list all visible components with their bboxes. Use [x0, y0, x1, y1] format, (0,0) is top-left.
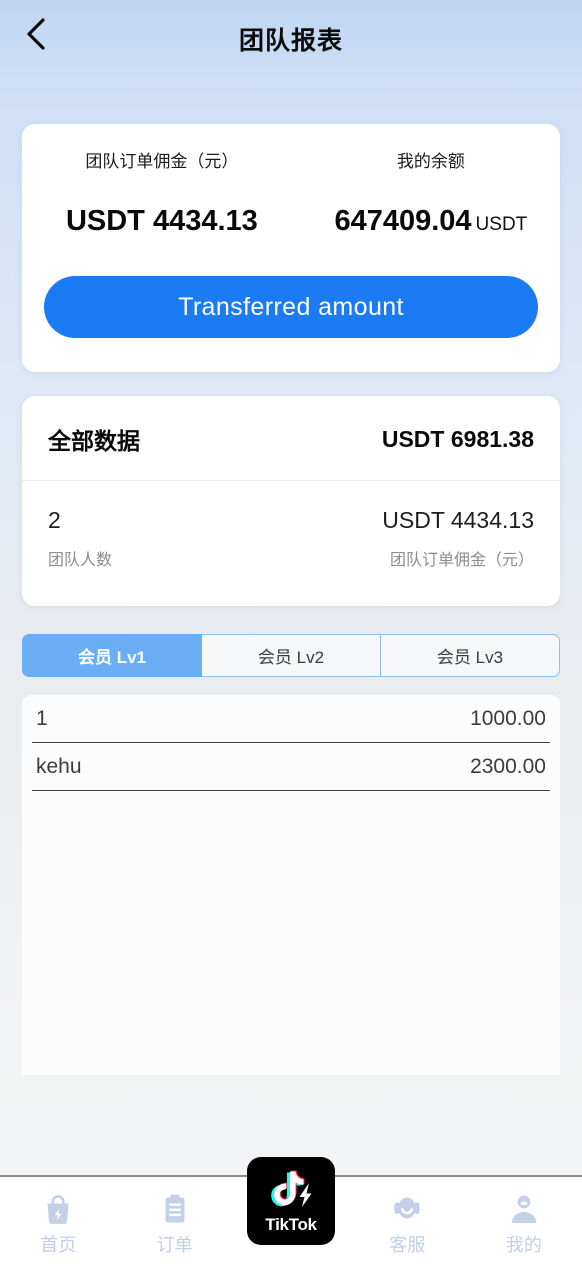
member-level-tabs: 会员 Lv1 会员 Lv2 会员 Lv3 [22, 634, 560, 678]
nav-item-orders[interactable]: 订单 [116, 1177, 232, 1257]
shopping-bag-bolt-icon [41, 1189, 75, 1229]
page-header: 团队报表 [0, 0, 582, 78]
balance-value: 647409.04 USDT [308, 205, 554, 238]
balance-block: 我的余额 647409.04 USDT [302, 152, 560, 238]
nav-label: 客服 [389, 1235, 426, 1255]
stat-team-size: 2 团队人数 [48, 507, 291, 570]
person-icon [507, 1189, 541, 1229]
bottom-navigation: 首页 订单 TikTok 客服 我的 [0, 1157, 582, 1271]
member-name: 1 [36, 706, 48, 730]
page-title: 团队报表 [238, 27, 343, 55]
stat-label: 团队订单佣金（元） [389, 552, 534, 570]
balance-unit: USDT [475, 214, 528, 236]
summary-row: 团队订单佣金（元） USDT 4434.13 我的余额 647409.04 USD… [22, 152, 560, 238]
all-data-header: 全部数据 USDT 6981.38 [22, 396, 560, 480]
chevron-left-icon [25, 17, 47, 51]
balance-amount: 647409.04 [334, 205, 472, 238]
all-data-title: 全部数据 [48, 428, 140, 455]
clipboard-icon [158, 1189, 192, 1229]
stat-label: 团队人数 [48, 552, 113, 570]
all-data-total: USDT 6981.38 [381, 425, 534, 452]
back-button[interactable] [14, 12, 58, 56]
nav-label: 我的 [505, 1235, 542, 1255]
commission-value: USDT 4434.13 [65, 205, 258, 238]
nav-item-home[interactable]: 首页 [0, 1177, 116, 1257]
member-amount: 1000.00 [470, 706, 546, 730]
nav-label: 订单 [156, 1235, 193, 1255]
tiktok-logo-icon[interactable]: TikTok [247, 1157, 336, 1245]
list-item[interactable]: 1 1000.00 [32, 695, 550, 744]
tiktok-wordmark: TikTok [265, 1215, 317, 1234]
balance-label: 我的余额 [396, 152, 465, 171]
nav-label: 首页 [40, 1235, 77, 1255]
tab-member-lv2[interactable]: 会员 Lv2 [202, 634, 381, 678]
commission-label: 团队订单佣金（元） [85, 152, 239, 171]
summary-card: 团队订单佣金（元） USDT 4434.13 我的余额 647409.04 USD… [22, 124, 560, 373]
list-item[interactable]: kehu 2300.00 [32, 743, 550, 792]
nav-item-support[interactable]: 客服 [349, 1177, 465, 1257]
member-amount: 2300.00 [470, 754, 546, 778]
nav-item-profile[interactable]: 我的 [466, 1177, 582, 1257]
commission-block: 团队订单佣金（元） USDT 4434.13 [22, 152, 302, 238]
transferred-amount-button[interactable]: Transferred amount [44, 276, 538, 339]
tab-member-lv1[interactable]: 会员 Lv1 [22, 634, 202, 678]
all-data-stats: 2 团队人数 USDT 4434.13 团队订单佣金（元） [22, 481, 560, 606]
headset-icon [390, 1189, 424, 1229]
all-data-card: 全部数据 USDT 6981.38 2 团队人数 USDT 4434.13 团队… [22, 396, 560, 607]
member-name: kehu [36, 754, 82, 778]
tab-member-lv3[interactable]: 会员 Lv3 [381, 634, 560, 678]
stat-team-commission: USDT 4434.13 团队订单佣金（元） [291, 507, 534, 570]
stat-value: USDT 4434.13 [382, 507, 534, 534]
stat-value: 2 [48, 507, 61, 534]
member-list-panel: 1 1000.00 kehu 2300.00 [22, 695, 560, 1076]
